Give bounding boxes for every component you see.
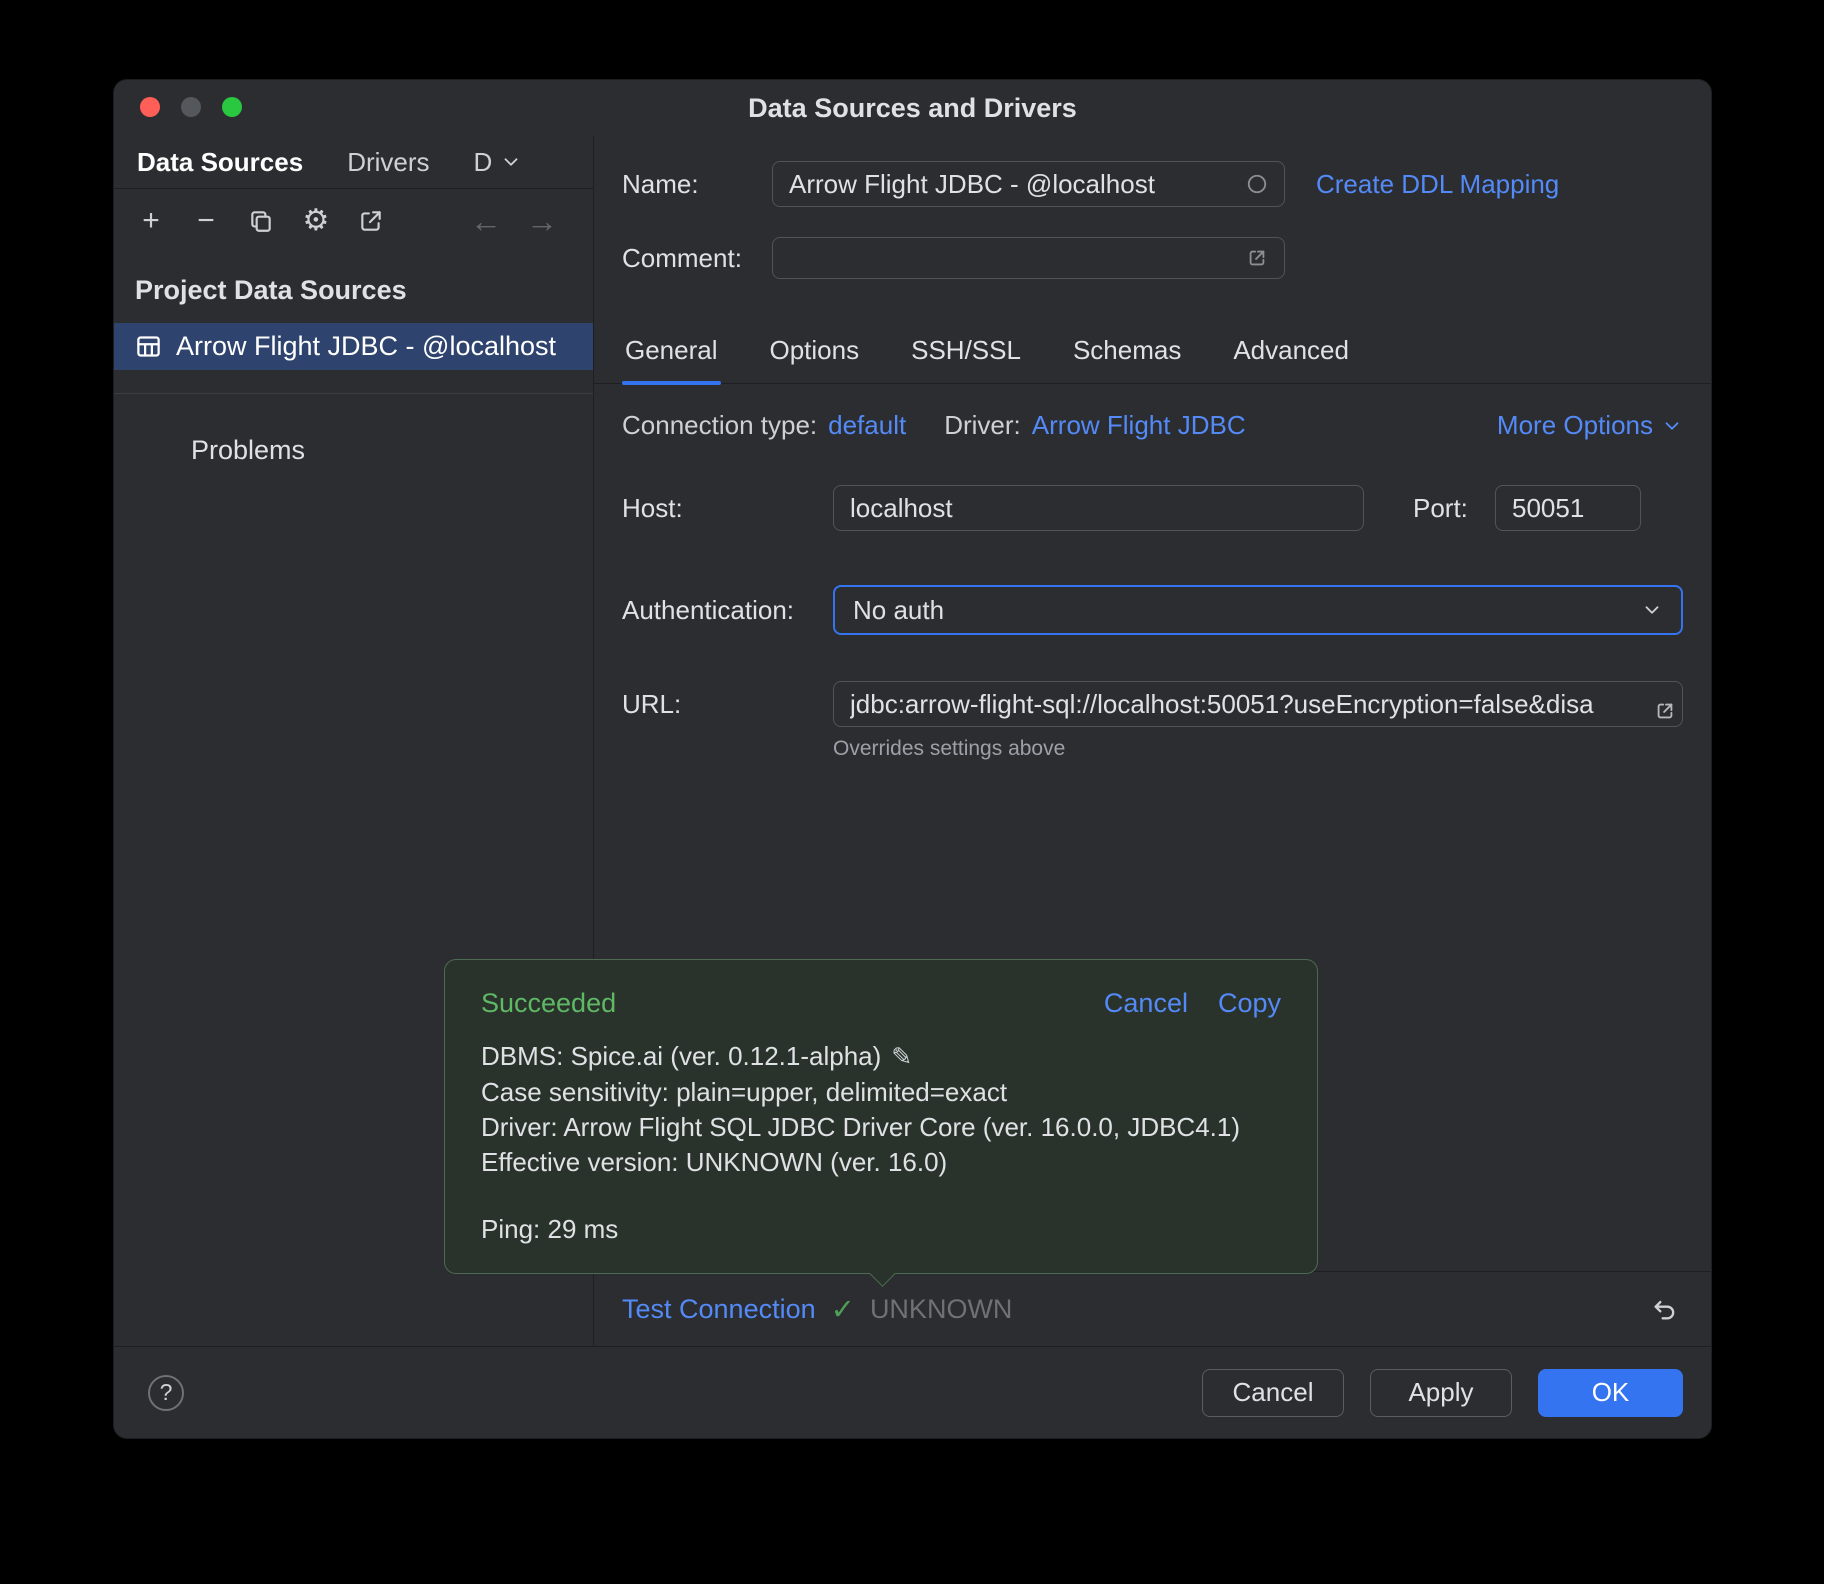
name-value: Arrow Flight JDBC - @localhost: [789, 169, 1246, 200]
url-input[interactable]: jdbc:arrow-flight-sql://localhost:50051?…: [833, 681, 1683, 727]
test-connection-bar: Test Connection ✓ UNKNOWN: [594, 1271, 1711, 1346]
tab-drivers[interactable]: Drivers: [347, 147, 429, 178]
status-succeeded: Succeeded: [481, 988, 616, 1019]
history-arrows: ← →: [471, 206, 557, 236]
host-label: Host:: [622, 493, 833, 524]
titlebar: Data Sources and Drivers: [114, 80, 1711, 136]
port-input[interactable]: 50051: [1495, 485, 1641, 531]
test-connection-link[interactable]: Test Connection: [622, 1294, 816, 1325]
ping-line: Ping: 29 ms: [481, 1212, 1281, 1247]
table-icon: [135, 333, 162, 360]
forward-icon[interactable]: →: [527, 206, 557, 236]
datasource-item-label: Arrow Flight JDBC - @localhost: [176, 331, 556, 362]
tab-schemas[interactable]: Schemas: [1070, 335, 1184, 383]
driver-value-link[interactable]: Arrow Flight JDBC: [1032, 410, 1246, 441]
chevron-down-icon: [1661, 415, 1683, 437]
dialog-footer: ? Cancel Apply OK: [114, 1346, 1711, 1438]
url-value: jdbc:arrow-flight-sql://localhost:50051?…: [850, 689, 1638, 720]
url-label: URL:: [622, 689, 833, 720]
tab-ddl-overflow-label: D: [474, 147, 493, 178]
add-datasource-icon[interactable]: +: [136, 206, 166, 236]
success-check-icon: ✓: [831, 1292, 855, 1327]
gear-icon[interactable]: ⚙: [301, 206, 331, 236]
more-options-label: More Options: [1497, 410, 1653, 441]
data-sources-dialog: Data Sources and Drivers Data Sources Dr…: [113, 79, 1712, 1439]
close-window-button[interactable]: [140, 97, 160, 117]
remove-datasource-icon[interactable]: −: [191, 206, 221, 236]
host-input[interactable]: localhost: [833, 485, 1364, 531]
case-sensitivity-line: Case sensitivity: plain=upper, delimited…: [481, 1075, 1281, 1110]
window-title: Data Sources and Drivers: [748, 93, 1077, 124]
tab-advanced[interactable]: Advanced: [1230, 335, 1352, 383]
minimize-window-button[interactable]: [181, 97, 201, 117]
project-data-sources-heading: Project Data Sources: [114, 253, 593, 306]
dbms-line: DBMS: Spice.ai (ver. 0.12.1-alpha)✎: [481, 1039, 1281, 1075]
sidebar-toolbar: + − ⚙ ← →: [114, 189, 593, 253]
connection-type-label: Connection type:: [622, 410, 817, 441]
undo-icon[interactable]: [1651, 1295, 1679, 1323]
name-input[interactable]: Arrow Flight JDBC - @localhost: [772, 161, 1285, 207]
name-label: Name:: [622, 169, 772, 200]
ok-button[interactable]: OK: [1538, 1369, 1683, 1417]
apply-button[interactable]: Apply: [1370, 1369, 1512, 1417]
export-icon[interactable]: [356, 206, 386, 236]
expand-comment-icon[interactable]: [1246, 247, 1268, 269]
authentication-label: Authentication:: [622, 595, 833, 626]
tab-ssh-ssl[interactable]: SSH/SSL: [908, 335, 1024, 383]
test-connection-result-popup: Succeeded Cancel Copy DBMS: Spice.ai (ve…: [444, 959, 1318, 1274]
sidebar-tabs: Data Sources Drivers D: [114, 136, 593, 189]
port-value: 50051: [1512, 493, 1584, 524]
tab-options[interactable]: Options: [767, 335, 863, 383]
port-label: Port:: [1413, 493, 1495, 524]
create-ddl-mapping-link[interactable]: Create DDL Mapping: [1316, 169, 1559, 200]
host-value: localhost: [850, 493, 953, 524]
traffic-lights: [140, 97, 242, 117]
authentication-select[interactable]: No auth: [833, 585, 1683, 635]
datasource-item-arrow-flight[interactable]: Arrow Flight JDBC - @localhost: [114, 323, 593, 370]
url-hint: Overrides settings above: [594, 727, 1711, 761]
settings-tabs: General Options SSH/SSL Schemas Advanced: [594, 335, 1711, 384]
sidebar-item-problems[interactable]: Problems: [114, 435, 593, 466]
chevron-down-icon: [500, 151, 522, 173]
driver-line: Driver: Arrow Flight SQL JDBC Driver Cor…: [481, 1110, 1281, 1145]
tab-data-sources[interactable]: Data Sources: [137, 147, 303, 178]
pencil-icon[interactable]: ✎: [891, 1043, 912, 1071]
comment-label: Comment:: [622, 243, 772, 274]
more-options-link[interactable]: More Options: [1497, 410, 1683, 441]
connection-type-value[interactable]: default: [828, 410, 906, 441]
chevron-down-icon: [1641, 599, 1663, 621]
sidebar-divider: [114, 393, 593, 394]
datasource-color-icon[interactable]: [1246, 173, 1268, 195]
tab-general[interactable]: General: [622, 335, 721, 383]
driver-label: Driver:: [944, 410, 1021, 441]
back-icon[interactable]: ←: [471, 206, 501, 236]
help-icon[interactable]: ?: [148, 1375, 184, 1411]
authentication-value: No auth: [853, 595, 944, 626]
zoom-window-button[interactable]: [222, 97, 242, 117]
effective-version-line: Effective version: UNKNOWN (ver. 16.0): [481, 1145, 1281, 1180]
popup-copy-link[interactable]: Copy: [1218, 988, 1281, 1019]
comment-input[interactable]: [772, 237, 1285, 279]
tab-ddl-overflow[interactable]: D: [474, 147, 523, 178]
connection-result-text: UNKNOWN: [870, 1294, 1013, 1325]
popup-cancel-link[interactable]: Cancel: [1104, 988, 1188, 1019]
duplicate-icon[interactable]: [246, 206, 276, 236]
cancel-button[interactable]: Cancel: [1202, 1369, 1344, 1417]
expand-url-icon[interactable]: [1654, 700, 1676, 722]
